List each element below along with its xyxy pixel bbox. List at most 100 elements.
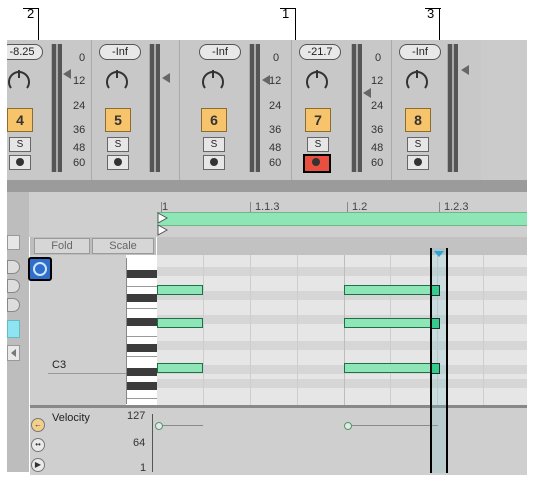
black-key[interactable] <box>127 270 157 278</box>
pan-knob[interactable] <box>199 66 227 94</box>
mixer-empty-area <box>481 40 527 180</box>
solo-button[interactable]: S <box>107 137 129 152</box>
level-meter <box>58 44 62 172</box>
ruler-tick <box>250 202 251 212</box>
track-strip-7: -21.7 7 S 0 12 24 36 48 60 <box>291 40 392 180</box>
solo-button[interactable]: S <box>203 137 225 152</box>
velocity-tick-label: 127 <box>127 410 146 422</box>
scale-label: 36 <box>73 124 86 136</box>
volume-fader-thumb[interactable] <box>63 69 71 79</box>
velocity-point[interactable] <box>344 422 352 430</box>
track-number[interactable]: 8 <box>405 108 431 132</box>
grid-row <box>157 341 527 350</box>
track-strip-5: -Inf 5 S <box>93 40 180 180</box>
record-dot-icon <box>114 158 122 166</box>
black-key[interactable] <box>127 344 157 352</box>
clip-header-bar <box>157 237 527 255</box>
midi-note[interactable] <box>344 363 434 373</box>
velocity-point[interactable] <box>155 422 163 430</box>
record-arm-button[interactable] <box>407 155 429 170</box>
track-number[interactable]: 6 <box>201 108 227 132</box>
level-meter <box>150 44 154 172</box>
grid-line <box>390 255 391 405</box>
level-meter <box>352 44 356 172</box>
divider-bar <box>7 180 527 192</box>
piano-roll-keys[interactable] <box>126 258 157 404</box>
playhead-marker-icon[interactable] <box>434 251 444 257</box>
volume-display[interactable]: -8.25 <box>7 44 43 60</box>
scale-label: 60 <box>73 157 86 169</box>
record-arm-button[interactable] <box>9 155 31 170</box>
grid-row <box>157 291 527 300</box>
selected-side-tab[interactable] <box>7 320 20 338</box>
velocity-tool-button[interactable]: ← <box>31 418 45 432</box>
pan-knob[interactable] <box>103 66 131 94</box>
side-tab[interactable] <box>7 235 20 250</box>
arrow-left-icon <box>11 349 16 357</box>
scale-label: 24 <box>73 100 86 112</box>
white-key-line <box>127 398 157 399</box>
level-meter <box>250 44 254 172</box>
note-editor-grid[interactable] <box>157 255 527 405</box>
level-meter <box>52 44 56 172</box>
midi-note[interactable] <box>344 285 434 295</box>
pan-knob[interactable] <box>403 66 431 94</box>
volume-fader-thumb[interactable] <box>461 65 469 75</box>
fold-button[interactable]: Fold <box>34 238 90 254</box>
grid-line <box>344 255 345 405</box>
solo-button[interactable]: S <box>9 137 31 152</box>
collapse-arrow-button[interactable] <box>7 345 20 361</box>
scale-label: 24 <box>269 100 282 112</box>
record-arm-button[interactable] <box>203 155 225 170</box>
solo-button[interactable]: S <box>307 137 329 152</box>
solo-button[interactable]: S <box>407 137 429 152</box>
callout-1-line <box>280 8 296 9</box>
grid-row <box>157 365 527 374</box>
black-key[interactable] <box>127 382 157 390</box>
play-button[interactable]: ▶ <box>31 458 45 472</box>
volume-display[interactable]: -Inf <box>399 44 441 60</box>
volume-fader-thumb[interactable] <box>262 75 270 85</box>
scale-label: 36 <box>269 124 282 136</box>
black-key[interactable] <box>127 318 157 326</box>
midi-note[interactable] <box>157 285 203 295</box>
scale-button[interactable]: Scale <box>92 238 154 254</box>
track-number[interactable]: 5 <box>105 108 131 132</box>
midi-note[interactable] <box>157 318 203 328</box>
loop-brace[interactable] <box>157 212 527 226</box>
midi-note[interactable] <box>157 363 203 373</box>
velocity-editor[interactable]: Velocity 127 64 1 <box>30 405 527 475</box>
record-dot-icon <box>414 158 422 166</box>
grid-line <box>483 255 484 405</box>
level-meter <box>256 44 260 172</box>
pan-knob[interactable] <box>7 66 33 94</box>
playhead-selection[interactable] <box>430 248 448 473</box>
record-dot-icon <box>16 158 24 166</box>
midi-note[interactable] <box>344 318 434 328</box>
randomize-button[interactable]: •• <box>31 438 45 452</box>
key-divider <box>48 373 126 374</box>
volume-display[interactable]: -21.7 <box>299 44 341 60</box>
volume-fader-thumb[interactable] <box>162 73 170 83</box>
velocity-tick-label: 1 <box>140 462 147 474</box>
velocity-stem <box>348 425 438 426</box>
grid-row <box>157 315 527 324</box>
volume-display[interactable]: -Inf <box>99 44 141 60</box>
track-number[interactable]: 7 <box>305 108 331 132</box>
grid-line <box>297 255 298 405</box>
preview-headphones-icon[interactable] <box>28 257 52 281</box>
record-arm-button[interactable] <box>303 154 331 173</box>
ruler-tick <box>347 202 348 212</box>
scale-label: 0 <box>79 52 86 64</box>
black-key[interactable] <box>127 368 157 376</box>
volume-display[interactable]: -Inf <box>199 44 241 60</box>
pan-knob[interactable] <box>303 66 331 94</box>
start-marker-icon[interactable] <box>157 212 169 236</box>
scale-label: 24 <box>371 100 384 112</box>
record-arm-button[interactable] <box>107 155 129 170</box>
scale-label: 60 <box>269 157 282 169</box>
track-number[interactable]: 4 <box>7 108 33 132</box>
volume-fader-thumb[interactable] <box>363 88 371 98</box>
scale-label: 0 <box>273 52 280 64</box>
black-key[interactable] <box>127 294 157 302</box>
